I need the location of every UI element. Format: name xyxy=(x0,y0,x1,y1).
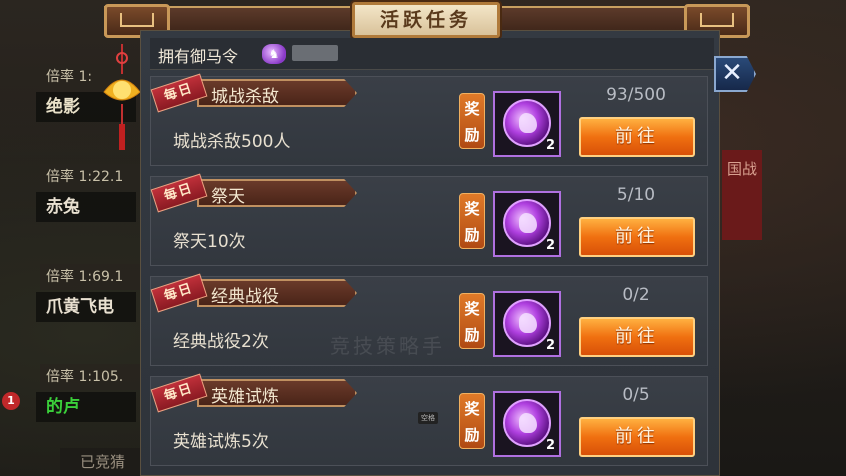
horse-name: 赤兔 xyxy=(36,192,136,222)
horse-token-reward-icon xyxy=(503,99,551,147)
task-progress: 5/10 xyxy=(616,185,656,205)
watermark-text: 竞技策略手 xyxy=(330,334,445,358)
space-key-hint: 空格 xyxy=(418,412,438,424)
reward-quantity: 2 xyxy=(545,238,555,253)
panel-title: 活跃任务 xyxy=(352,2,500,38)
odds-label: 倍率 1:22.1 xyxy=(40,164,152,190)
reward-label: 奖励 xyxy=(459,393,485,449)
task-progress: 93/500 xyxy=(606,85,666,105)
task-description: 英雄试炼5次 xyxy=(173,432,269,452)
horse-name: 的卢 xyxy=(36,392,136,422)
reward-label: 奖励 xyxy=(459,193,485,249)
go-button[interactable]: 前往 xyxy=(579,417,695,457)
reward-item[interactable]: 2 xyxy=(493,191,561,257)
reward-quantity: 2 xyxy=(545,438,555,453)
lantern-icon xyxy=(103,44,141,150)
task-name: 经典战役 xyxy=(211,287,279,307)
national-war-sign: 国战 xyxy=(722,150,762,240)
reward-label: 奖励 xyxy=(459,93,485,149)
horse-token-reward-icon xyxy=(503,399,551,447)
odds-label: 倍率 1:105. xyxy=(40,364,152,390)
task-description: 祭天10次 xyxy=(173,232,246,252)
horse-token-icon: ♞ xyxy=(262,44,286,64)
reward-label: 奖励 xyxy=(459,293,485,349)
token-label: 拥有御马令 xyxy=(158,47,239,66)
task-row: 每日 城战杀敌 城战杀敌500人 奖励 2 93/500 前往 xyxy=(150,73,708,166)
reward-item[interactable]: 2 xyxy=(493,391,561,457)
task-name: 英雄试炼 xyxy=(211,387,279,407)
reward-item[interactable]: 2 xyxy=(493,91,561,157)
task-row: 每日 祭天 祭天10次 奖励 2 5/10 前往 xyxy=(150,173,708,266)
task-progress: 0/2 xyxy=(622,285,650,305)
reward-item[interactable]: 2 xyxy=(493,291,561,357)
alert-badge: 1 xyxy=(2,392,20,410)
go-button[interactable]: 前往 xyxy=(579,217,695,257)
task-description: 经典战役2次 xyxy=(173,332,269,352)
task-progress: 0/5 xyxy=(622,385,650,405)
horse-name: 爪黄飞电 xyxy=(36,292,136,322)
reward-quantity: 2 xyxy=(545,138,555,153)
task-name: 城战杀敌 xyxy=(211,87,279,107)
token-count-redacted xyxy=(292,45,338,61)
horse-token-reward-icon xyxy=(503,299,551,347)
task-name: 祭天 xyxy=(211,187,245,207)
go-button[interactable]: 前往 xyxy=(579,317,695,357)
go-button[interactable]: 前往 xyxy=(579,117,695,157)
odds-label: 倍率 1:69.1 xyxy=(40,264,152,290)
horse-token-reward-icon xyxy=(503,199,551,247)
token-header: 拥有御马令 ♞ xyxy=(150,38,714,70)
task-description: 城战杀敌500人 xyxy=(173,132,291,152)
reward-quantity: 2 xyxy=(545,338,555,353)
